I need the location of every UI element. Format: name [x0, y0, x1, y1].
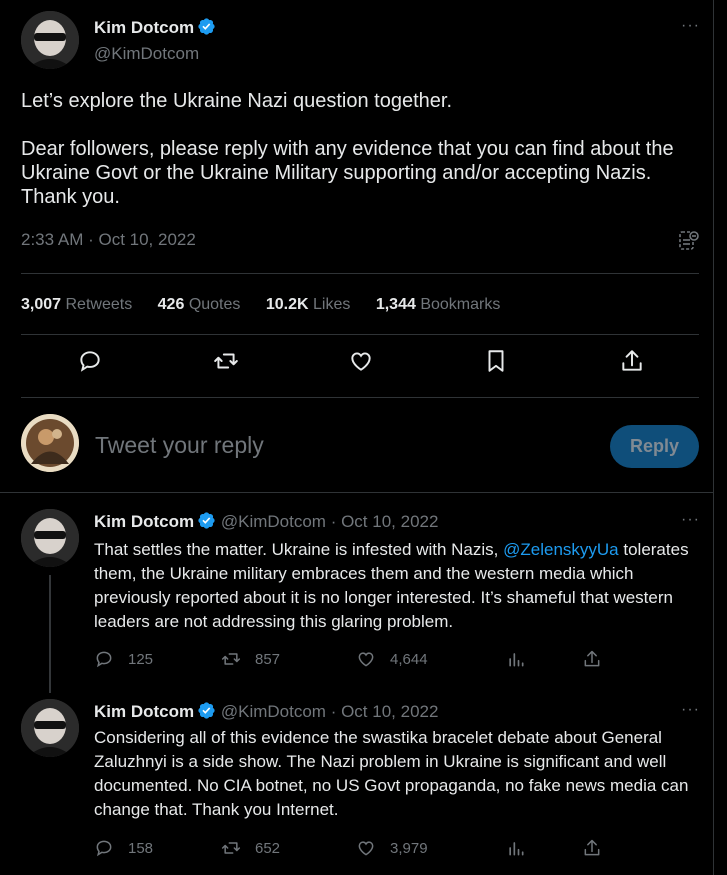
- more-icon[interactable]: ···: [681, 17, 700, 35]
- reply-icon: [96, 840, 112, 857]
- author-row: Kim Dotcom: [94, 17, 216, 38]
- tweet-thread: Kim Dotcom @KimDotcom ··· Let’s explore …: [0, 0, 714, 875]
- reply-icon: [96, 651, 112, 668]
- reply-header: Kim Dotcom @KimDotcom · Oct 10, 2022: [94, 511, 438, 532]
- more-icon[interactable]: ···: [681, 701, 700, 719]
- reply-button[interactable]: Reply: [610, 425, 699, 468]
- retweet-icon: [221, 653, 241, 665]
- views-icon[interactable]: [506, 649, 526, 669]
- author-name[interactable]: Kim Dotcom: [94, 512, 194, 531]
- reply-icon[interactable]: [77, 348, 105, 376]
- like-count[interactable]: 4,644: [356, 649, 428, 669]
- verified-badge-icon: [197, 17, 216, 36]
- retweet-count[interactable]: 857: [221, 649, 280, 669]
- reply-actions: 125 857 4,644: [94, 649, 614, 673]
- reply-count[interactable]: 125: [94, 649, 153, 669]
- more-icon[interactable]: ···: [681, 511, 700, 529]
- reply-count[interactable]: 158: [94, 838, 153, 858]
- retweets-stat[interactable]: 3,007 Retweets: [21, 296, 132, 313]
- verified-badge-icon: [197, 511, 216, 530]
- retweet-icon[interactable]: [213, 348, 241, 376]
- tweet-timestamp[interactable]: 2:33 AM · Oct 10, 2022: [21, 230, 196, 250]
- avatar[interactable]: [21, 414, 79, 472]
- author-handle[interactable]: @KimDotcom: [221, 702, 326, 721]
- like-icon: [358, 652, 374, 667]
- author-handle[interactable]: @KimDotcom: [94, 44, 199, 64]
- avatar[interactable]: [21, 699, 79, 757]
- like-icon[interactable]: [348, 348, 376, 376]
- quotes-stat[interactable]: 426 Quotes: [158, 296, 241, 313]
- divider: [21, 334, 699, 335]
- divider: [21, 397, 699, 398]
- retweet-icon: [221, 842, 241, 854]
- reply-header: Kim Dotcom @KimDotcom · Oct 10, 2022: [94, 701, 438, 722]
- mention-link[interactable]: @ZelenskyyUa: [503, 540, 619, 559]
- author-name[interactable]: Kim Dotcom: [94, 18, 194, 37]
- divider: [21, 273, 699, 274]
- thread-line: [49, 575, 51, 693]
- likes-stat[interactable]: 10.2K Likes: [266, 296, 351, 313]
- verified-badge-icon: [197, 701, 216, 720]
- avatar[interactable]: [21, 509, 79, 567]
- reply-date[interactable]: · Oct 10, 2022: [331, 512, 439, 531]
- reply-date[interactable]: · Oct 10, 2022: [331, 702, 439, 721]
- share-icon[interactable]: [619, 348, 647, 376]
- author-name[interactable]: Kim Dotcom: [94, 702, 194, 721]
- author-handle[interactable]: @KimDotcom: [221, 512, 326, 531]
- like-count[interactable]: 3,979: [356, 838, 428, 858]
- tweet-text: Let’s explore the Ukraine Nazi question …: [21, 90, 674, 208]
- avatar[interactable]: [21, 11, 79, 69]
- tweet-stats: 3,007 Retweets 426 Quotes 10.2K Likes 1,…: [21, 296, 521, 314]
- views-icon[interactable]: [506, 838, 526, 858]
- tweet-actions: [21, 348, 699, 384]
- share-icon[interactable]: [582, 649, 602, 669]
- like-icon: [358, 841, 374, 856]
- retweet-count[interactable]: 652: [221, 838, 280, 858]
- reply-text: That settles the matter. Ukraine is infe…: [94, 540, 689, 631]
- reply-text: Considering all of this evidence the swa…: [94, 728, 689, 819]
- bookmark-icon[interactable]: [483, 348, 511, 376]
- bookmarks-stat[interactable]: 1,344 Bookmarks: [376, 296, 501, 313]
- share-icon[interactable]: [582, 838, 602, 858]
- reply-input[interactable]: Tweet your reply: [95, 432, 264, 459]
- engagements-icon[interactable]: [679, 230, 699, 252]
- divider: [0, 492, 714, 493]
- reply-actions: 158 652 3,979: [94, 838, 614, 862]
